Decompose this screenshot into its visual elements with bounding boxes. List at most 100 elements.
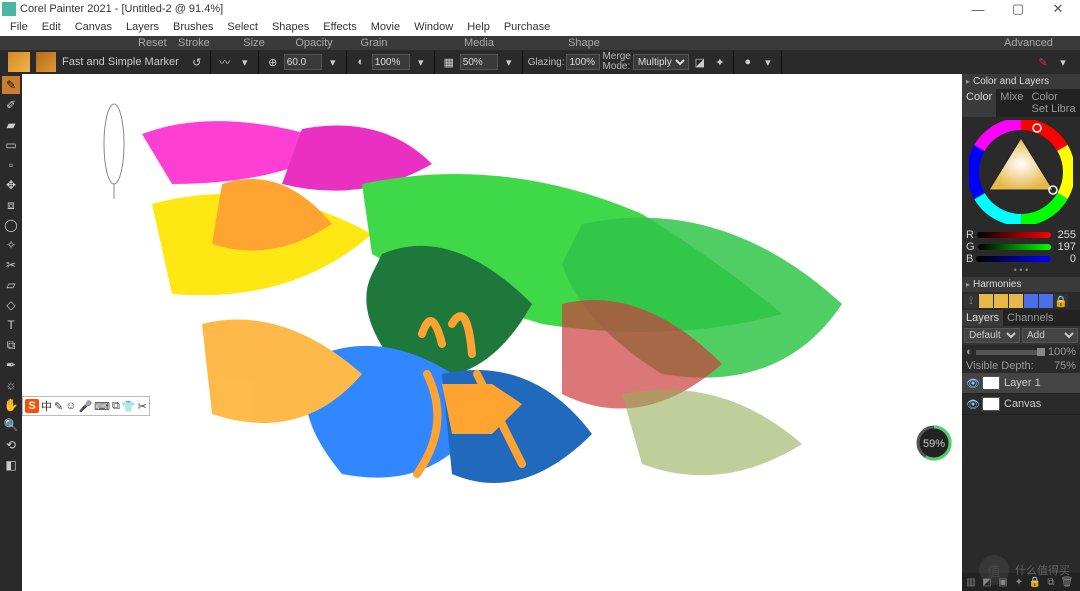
harmony-lock-icon[interactable]: 🔒 — [1054, 294, 1068, 308]
opacity-input[interactable] — [372, 54, 410, 70]
pen-tool[interactable]: ✒ — [2, 356, 20, 374]
rgb-sliders: R255 G197 B0 • • • — [962, 227, 1080, 277]
menu-file[interactable]: File — [4, 20, 34, 34]
menu-effects[interactable]: Effects — [317, 20, 362, 34]
ime-item-1[interactable]: ✎ — [54, 400, 63, 413]
g-slider[interactable] — [978, 244, 1051, 250]
shape-round-icon[interactable]: ● — [739, 53, 757, 71]
selection-tool[interactable]: ▫ — [2, 156, 20, 174]
tab-layers[interactable]: Layers — [962, 310, 1003, 326]
tab-mixer[interactable]: Mixe — [996, 89, 1027, 117]
ime-item-7[interactable]: ✂ — [138, 400, 147, 413]
shape-tool[interactable]: ◇ — [2, 296, 20, 314]
color-and-layers-title[interactable]: Color and Layers — [962, 74, 1080, 89]
opacity-icon: ◐ — [352, 53, 370, 71]
rotate-tool[interactable]: ⟲ — [2, 436, 20, 454]
menu-layers[interactable]: Layers — [120, 20, 165, 34]
menu-select[interactable]: Select — [221, 20, 264, 34]
perspective-tool[interactable]: ▱ — [2, 276, 20, 294]
menu-shapes[interactable]: Shapes — [266, 20, 315, 34]
stroke-options-icon[interactable]: ▾ — [236, 53, 254, 71]
layer-opacity-slider[interactable] — [976, 350, 1045, 355]
swatch-4[interactable] — [1039, 294, 1053, 308]
brush-tool[interactable]: ✎ — [2, 76, 20, 94]
media-flyout-icon[interactable]: ◪ — [691, 53, 709, 71]
toolbox: ✎ ✐ ▰ ▭ ▫ ✥ ⧈ ◯ ✧ ✂ ▱ ◇ T ⧉ ✒ ☼ ✋ 🔍 ⟲ ◧ — [0, 74, 22, 591]
new-layer-icon[interactable]: ▥ — [964, 575, 978, 589]
tab-color[interactable]: Color — [962, 89, 996, 117]
menu-canvas[interactable]: Canvas — [69, 20, 118, 34]
hand-tool[interactable]: ✋ — [2, 396, 20, 414]
blend-mode-select[interactable]: Default — [964, 328, 1020, 343]
grain-dropdown-icon[interactable]: ▾ — [500, 53, 518, 71]
paint-bucket-tool[interactable]: ▰ — [2, 116, 20, 134]
ime-toolbar[interactable]: S 中 ✎ ☺ 🎤 ⌨ ⧉ 👕 ✂ — [22, 396, 150, 416]
stroke-dab-icon[interactable]: 〰 — [216, 53, 234, 71]
shape-dropdown-icon[interactable]: ▾ — [759, 53, 777, 71]
brush-variant-thumb[interactable] — [36, 52, 56, 72]
ime-item-4[interactable]: ⌨ — [94, 400, 110, 413]
layer-row-0[interactable]: 👁 Layer 1 — [962, 373, 1080, 394]
glazing-label: Glazing: — [528, 57, 565, 68]
layer-visibility-icon[interactable]: 👁 — [966, 377, 978, 390]
dropper-tool[interactable]: ✐ — [2, 96, 20, 114]
magic-wand-tool[interactable]: ✧ — [2, 236, 20, 254]
watermark: 值 什么值得买 — [979, 555, 1070, 585]
size-input[interactable] — [284, 54, 322, 70]
ime-item-5[interactable]: ⧉ — [112, 400, 120, 413]
head-shape: Shape — [554, 37, 614, 49]
move-tool[interactable]: ✥ — [2, 176, 20, 194]
harmony-icon[interactable]: ⟟ — [964, 294, 978, 308]
harmonies-title[interactable]: Harmonies — [962, 277, 1080, 292]
menu-brushes[interactable]: Brushes — [167, 20, 219, 34]
swatch-1[interactable] — [994, 294, 1008, 308]
add-layer-select[interactable]: Add — [1022, 328, 1078, 343]
advanced-dropdown-icon[interactable]: ▾ — [1054, 53, 1072, 71]
r-slider[interactable] — [977, 232, 1051, 238]
brush-category-icon[interactable] — [8, 52, 30, 72]
eraser-tool[interactable]: ▭ — [2, 136, 20, 154]
b-slider[interactable] — [976, 256, 1051, 262]
swatch-0[interactable] — [979, 294, 993, 308]
transform-tool[interactable]: ⧈ — [2, 196, 20, 214]
ime-item-6[interactable]: 👕 — [122, 400, 136, 413]
close-button[interactable]: ✕ — [1038, 0, 1078, 18]
tab-channels[interactable]: Channels — [1003, 310, 1057, 326]
zoom-tool[interactable]: 🔍 — [2, 416, 20, 434]
tab-color-set[interactable]: Color Set Libra — [1028, 89, 1080, 117]
layer-visibility-icon[interactable]: 👁 — [966, 398, 978, 411]
lasso-tool[interactable]: ◯ — [2, 216, 20, 234]
menu-purchase[interactable]: Purchase — [498, 20, 556, 34]
ime-item-0[interactable]: 中 — [41, 398, 52, 414]
menu-window[interactable]: Window — [408, 20, 459, 34]
size-dropdown-icon[interactable]: ▾ — [324, 53, 342, 71]
grain-input[interactable] — [460, 54, 498, 70]
opacity-dropdown-icon[interactable]: ▾ — [412, 53, 430, 71]
clone-tool[interactable]: ⧉ — [2, 336, 20, 354]
advanced-brush-icon[interactable]: ✎ — [1034, 53, 1052, 71]
ime-item-2[interactable]: ☺ — [65, 400, 76, 412]
color-wheel[interactable] — [962, 117, 1080, 227]
head-grain: Grain — [344, 37, 404, 49]
menu-help[interactable]: Help — [461, 20, 496, 34]
layer-opacity-value: 100% — [1048, 346, 1076, 358]
text-tool[interactable]: T — [2, 316, 20, 334]
menu-edit[interactable]: Edit — [36, 20, 67, 34]
swatch-2[interactable] — [1009, 294, 1023, 308]
media-extra-icon[interactable]: ✦ — [711, 53, 729, 71]
merge-mode-select[interactable]: Multiply — [633, 54, 689, 70]
canvas[interactable]: S 中 ✎ ☺ 🎤 ⌨ ⧉ 👕 ✂ — [22, 74, 962, 591]
maximize-button[interactable]: ▢ — [998, 0, 1038, 18]
menu-movie[interactable]: Movie — [365, 20, 406, 34]
reset-button[interactable]: ↺ — [188, 53, 206, 71]
swatch-3[interactable] — [1024, 294, 1038, 308]
ime-item-3[interactable]: 🎤 — [78, 400, 92, 413]
layer-row-1[interactable]: 👁 Canvas — [962, 394, 1080, 415]
glazing-input[interactable] — [566, 54, 600, 70]
minimize-button[interactable]: — — [958, 0, 998, 18]
brush-name[interactable]: Fast and Simple Marker — [62, 56, 179, 68]
crop-tool[interactable]: ✂ — [2, 256, 20, 274]
color-swatch-tool[interactable]: ◧ — [2, 456, 20, 474]
g-label: G — [966, 241, 975, 253]
dodge-tool[interactable]: ☼ — [2, 376, 20, 394]
